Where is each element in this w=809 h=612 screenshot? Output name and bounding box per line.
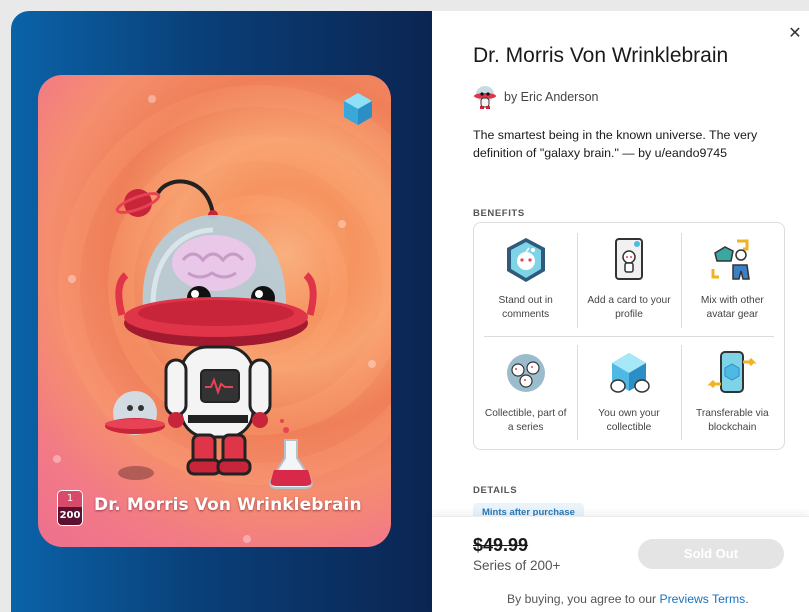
art-panel: 1 200 Dr. Morris Von Wrinklebrain <box>11 11 432 612</box>
benefit-label: You own your collectible <box>598 408 660 433</box>
collectible-series-icon <box>506 354 545 392</box>
benefit-profile-card: Add a card to your profile <box>577 223 680 336</box>
creator-row: by Eric Anderson <box>473 84 599 110</box>
terms-prefix: By buying, you agree to our <box>507 592 660 606</box>
blockchain-transfer-icon <box>707 351 757 393</box>
sold-out-button[interactable]: Sold Out <box>638 539 784 569</box>
series-count: Series of 200+ <box>473 558 561 573</box>
mint-number: 1 <box>58 491 82 507</box>
card-name: Dr. Morris Von Wrinklebrain <box>94 495 362 515</box>
standout-comments-icon <box>506 238 545 282</box>
benefits-heading: BENEFITS <box>473 208 525 219</box>
product-description: The smartest being in the known universe… <box>473 128 758 160</box>
product-modal: 1 200 Dr. Morris Von Wrinklebrain ✕ Dr. … <box>11 11 809 612</box>
benefit-avatar-gear: Mix with other avatar gear <box>681 223 784 336</box>
benefit-label: Stand out in comments <box>498 295 553 320</box>
character-illustration <box>105 179 317 489</box>
own-collectible-icon <box>610 353 650 393</box>
creator-avatar <box>474 86 496 109</box>
benefit-blockchain-transfer: Transferable via blockchain <box>681 336 784 449</box>
mint-total: 200 <box>58 507 82 525</box>
collectible-card: 1 200 Dr. Morris Von Wrinklebrain <box>38 75 391 547</box>
benefit-own-collectible: You own your collectible <box>577 336 680 449</box>
terms-suffix: . <box>745 592 749 606</box>
benefit-standout: Stand out in comments <box>474 223 577 336</box>
benefit-label: Mix with other avatar gear <box>700 295 764 320</box>
info-panel: ✕ Dr. Morris Von Wrinklebrain by Eric An… <box>432 11 809 612</box>
benefits-panel: Stand out in comments Add a card to your… <box>473 222 785 450</box>
benefit-collectible-series: Collectible, part of a series <box>474 336 577 449</box>
benefit-label: Transferable via blockchain <box>695 408 769 433</box>
profile-card-icon <box>614 238 643 280</box>
benefit-label: Add a card to your profile <box>587 295 671 320</box>
close-icon[interactable]: ✕ <box>787 25 803 41</box>
avatar-gear-icon <box>711 239 751 280</box>
mint-number-badge: 1 200 <box>57 490 83 526</box>
terms-notice: By buying, you agree to our Previews Ter… <box>507 592 749 606</box>
benefit-label: Collectible, part of a series <box>484 408 567 433</box>
rarity-gem-icon <box>344 93 372 125</box>
original-price: $49.99 <box>473 535 529 555</box>
details-heading: DETAILS <box>473 485 518 496</box>
purchase-footer: $49.99 Series of 200+ Sold Out By buying… <box>432 516 809 612</box>
creator-name: by Eric Anderson <box>504 90 599 104</box>
previews-terms-link[interactable]: Previews Terms <box>659 592 745 606</box>
product-title: Dr. Morris Von Wrinklebrain <box>473 44 729 67</box>
